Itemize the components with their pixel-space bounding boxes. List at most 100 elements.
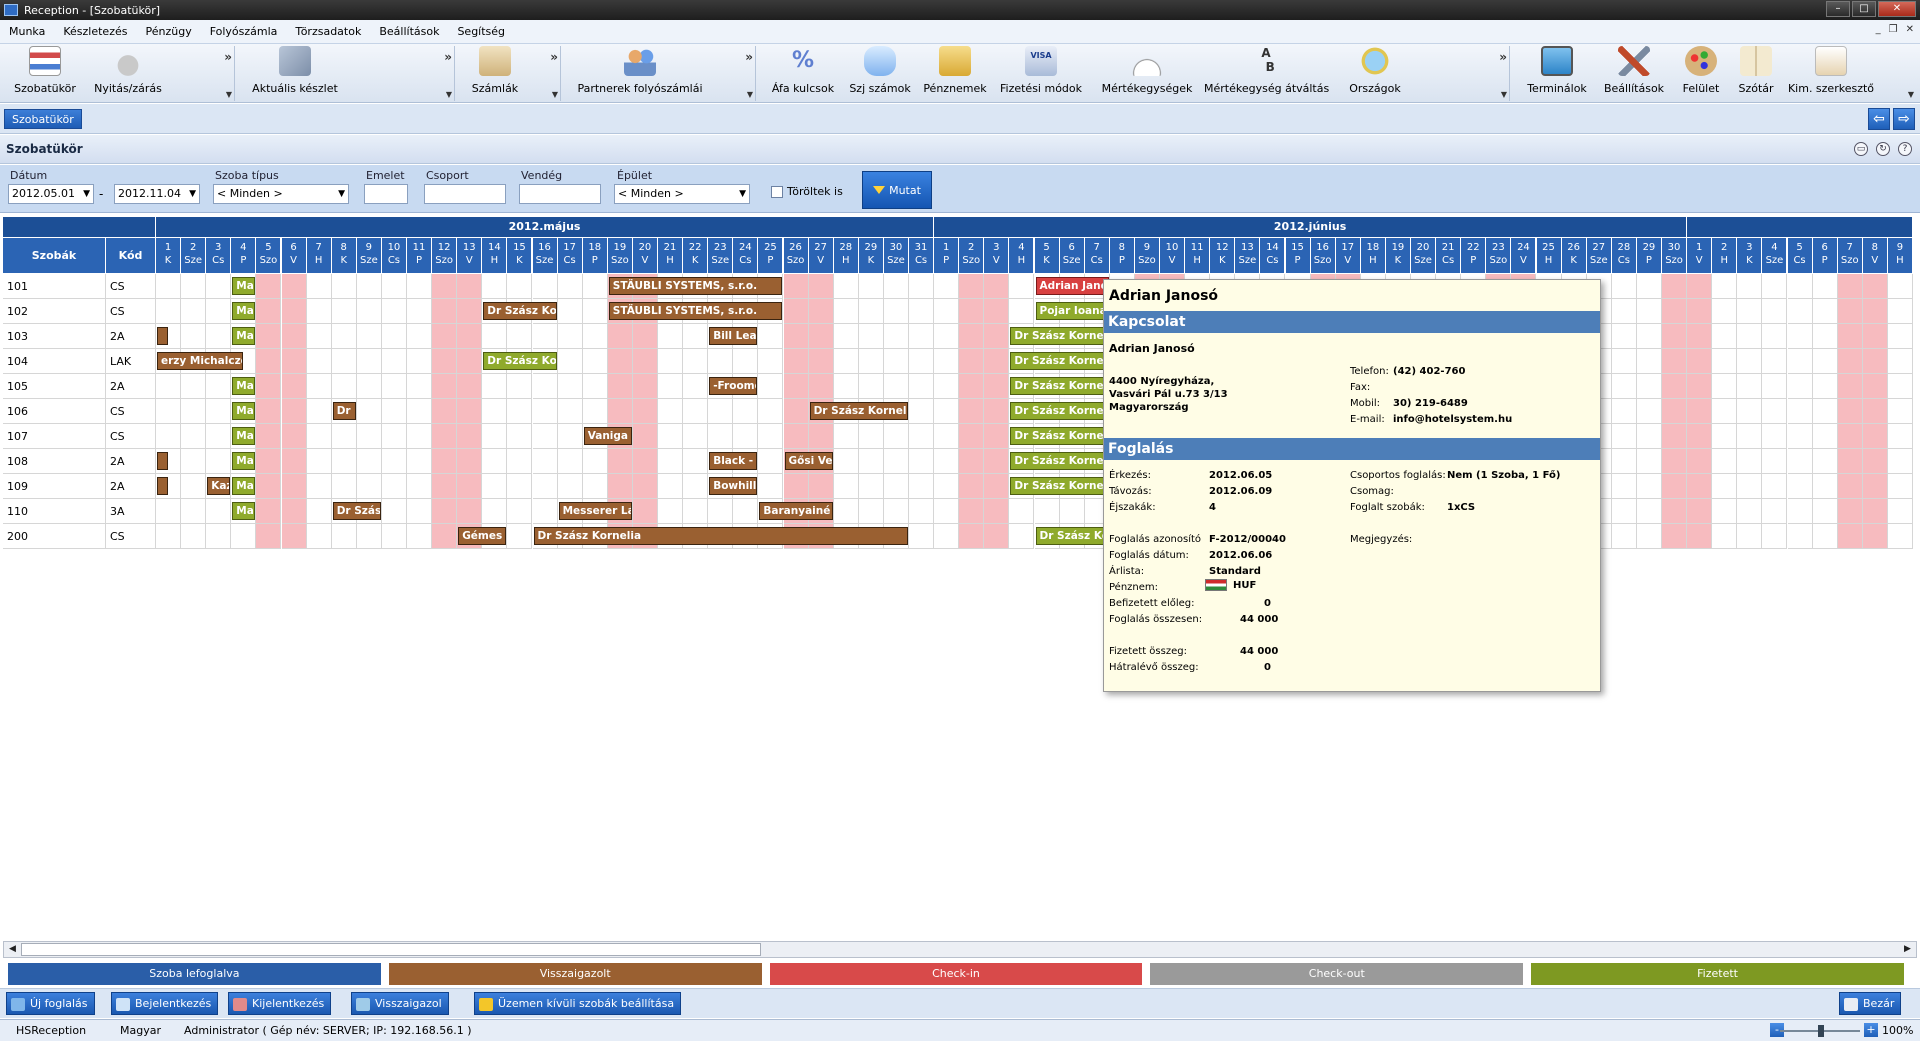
day-cell[interactable] [1812,424,1838,449]
day-cell[interactable] [482,399,508,424]
day-cell[interactable] [1687,524,1713,549]
day-cell[interactable] [1662,299,1688,324]
day-cell[interactable] [306,524,332,549]
day-cell[interactable] [1762,524,1788,549]
day-cell[interactable] [206,324,232,349]
day-cell[interactable] [1862,299,1888,324]
day-cell[interactable] [1837,474,1863,499]
day-cell[interactable] [156,399,182,424]
chevron-icon[interactable]: » [550,50,558,64]
day-cell[interactable] [1787,474,1813,499]
day-cell[interactable] [1787,499,1813,524]
day-cell[interactable] [181,274,207,299]
day-cell[interactable] [959,324,985,349]
day-cell[interactable] [984,349,1010,374]
day-cell[interactable] [407,474,433,499]
day-cell[interactable] [858,274,884,299]
day-cell[interactable] [658,499,684,524]
day-cell[interactable] [984,299,1010,324]
forward-arrow-icon[interactable]: ⇨ [1893,108,1915,130]
day-cell[interactable] [457,399,483,424]
booking-bar[interactable]: Dr Szász Kornelia [1010,402,1109,420]
day-cell[interactable] [1737,474,1763,499]
day-cell[interactable] [181,324,207,349]
day-cell[interactable] [1662,474,1688,499]
day-cell[interactable] [883,449,909,474]
day-cell[interactable] [607,474,633,499]
day-cell[interactable] [632,449,658,474]
day-cell[interactable] [1611,399,1637,424]
day-cell[interactable] [356,274,382,299]
booking-bar[interactable]: Dr [332,402,356,420]
day-cell[interactable] [1837,299,1863,324]
day-cell[interactable] [909,349,935,374]
day-cell[interactable] [1611,274,1637,299]
day-cell[interactable] [833,374,859,399]
day-cell[interactable] [557,324,583,349]
booking-bar[interactable]: STÄUBLI SYSTEMS, s.r.o. [608,302,783,320]
szj-numbers-button[interactable]: Szj számok [846,46,914,96]
day-cell[interactable] [607,374,633,399]
day-cell[interactable] [331,299,357,324]
day-cell[interactable] [281,374,307,399]
day-cell[interactable] [1687,449,1713,474]
day-cell[interactable] [833,274,859,299]
day-cell[interactable] [306,449,332,474]
day-cell[interactable] [1009,274,1035,299]
day-cell[interactable] [1762,399,1788,424]
dropdown-arrow-icon[interactable]: ▼ [226,90,232,99]
booking-bar[interactable]: Ma [232,477,256,495]
output-editor-button[interactable]: Kim. szerkesztő [1786,46,1876,96]
day-cell[interactable] [1636,374,1662,399]
day-cell[interactable] [1887,349,1913,374]
day-cell[interactable] [281,499,307,524]
horizontal-scrollbar[interactable]: ◀ ▶ [3,941,1917,958]
day-cell[interactable] [457,474,483,499]
room-number[interactable]: 102 [3,299,106,324]
day-cell[interactable] [1737,449,1763,474]
booking-bar[interactable]: erzy Michalczewski [157,352,243,370]
booking-bar[interactable]: Ma [232,502,256,520]
day-cell[interactable] [1687,324,1713,349]
day-cell[interactable] [306,374,332,399]
day-cell[interactable] [1837,424,1863,449]
day-cell[interactable] [407,374,433,399]
day-cell[interactable] [1636,474,1662,499]
booking-bar[interactable]: Ma [232,327,256,345]
day-cell[interactable] [1687,274,1713,299]
day-cell[interactable] [1687,499,1713,524]
day-cell[interactable] [783,399,809,424]
day-cell[interactable] [758,424,784,449]
day-cell[interactable] [156,299,182,324]
day-cell[interactable] [909,449,935,474]
room-number[interactable]: 103 [3,324,106,349]
menu-folyoszamla[interactable]: Folyószámla [201,25,287,38]
day-cell[interactable] [1737,324,1763,349]
booking-bar[interactable]: Dr Szász Kornelia [483,302,557,320]
day-cell[interactable] [306,349,332,374]
day-cell[interactable] [281,399,307,424]
refresh-icon[interactable]: ↻ [1876,142,1890,156]
day-cell[interactable] [909,274,935,299]
dictionary-button[interactable]: Szótár [1734,46,1778,96]
day-cell[interactable] [658,349,684,374]
day-cell[interactable] [1887,424,1913,449]
day-cell[interactable] [306,499,332,524]
room-number[interactable]: 109 [3,474,106,499]
day-cell[interactable] [959,424,985,449]
day-cell[interactable] [783,299,809,324]
day-cell[interactable] [507,324,533,349]
menu-keszletezes[interactable]: Készletezés [54,25,136,38]
day-cell[interactable] [532,399,558,424]
day-cell[interactable] [1009,499,1035,524]
day-cell[interactable] [206,424,232,449]
chevron-icon[interactable]: » [1499,50,1507,64]
booking-bar[interactable]: Messerer Lá [558,502,632,520]
day-cell[interactable] [758,349,784,374]
day-cell[interactable] [1636,524,1662,549]
dropdown-arrow-icon[interactable]: ▼ [338,185,345,203]
day-cell[interactable] [206,399,232,424]
day-cell[interactable] [407,399,433,424]
day-cell[interactable] [1862,324,1888,349]
day-cell[interactable] [758,474,784,499]
